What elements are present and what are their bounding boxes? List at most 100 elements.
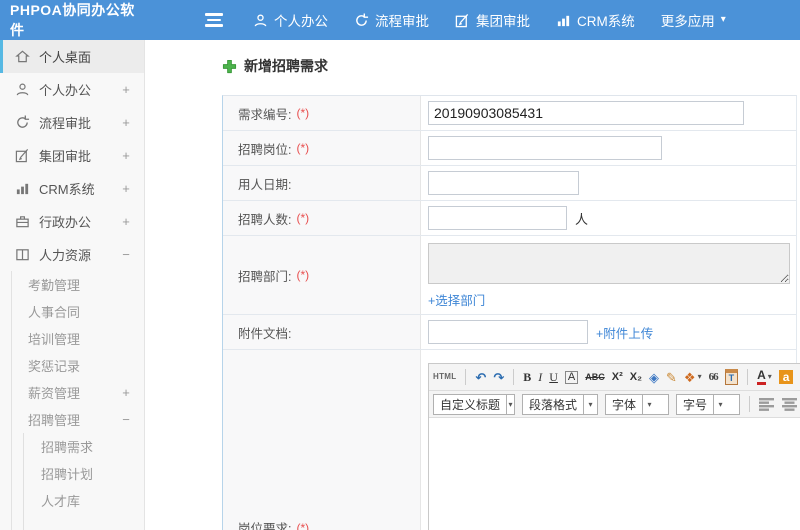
subscript-button[interactable]: X₂ (630, 371, 642, 383)
align-left-icon[interactable] (759, 397, 775, 411)
nav-group-approval[interactable]: 集团审批 (455, 10, 530, 30)
expand-plus-icon: + (122, 82, 130, 97)
sidebar-item-human-resources[interactable]: 人力资源 − (0, 238, 144, 271)
nav-label: 更多应用 (660, 14, 715, 29)
sidebar-item-personal-desktop[interactable]: 个人桌面 (0, 40, 144, 73)
sidebar-item-talent-pool[interactable]: 人才库 (24, 487, 144, 514)
strikethrough-button[interactable]: ABC (585, 372, 605, 382)
sidebar-item-hr-contract[interactable]: 人事合同 (12, 298, 144, 325)
field-cell: 人 (421, 201, 796, 235)
caret-down-icon: ▾ (642, 394, 656, 414)
font-size-select[interactable]: 字号 ▾ (676, 393, 740, 415)
sidebar-item-label: 培训管理 (28, 332, 81, 347)
brush-icon[interactable]: ✎ (666, 371, 677, 384)
select-label: 字体 (612, 397, 637, 412)
headcount-input[interactable] (428, 206, 567, 230)
format-painter-icon[interactable]: ❖ ▾ (684, 371, 702, 384)
sidebar-item-crm-system[interactable]: CRM系统 + (0, 172, 144, 205)
align-center-icon[interactable] (782, 397, 798, 411)
form-row: 需求编号: (*) (223, 96, 796, 131)
sidebar-item-label: 流程审批 (39, 116, 92, 131)
editor-toolbar-row1: HTML ↶ ↷ B I U A ABC X² X₂ ◈ ✎ ❖ ▾ 66 T … (429, 364, 800, 391)
bold-button[interactable]: B (523, 371, 531, 383)
blockquote-button[interactable]: 66 (709, 371, 719, 383)
nav-crm-system[interactable]: CRM系统 (556, 10, 635, 30)
page-title: 新增招聘需求 (222, 56, 800, 76)
department-textarea[interactable] (428, 243, 790, 284)
field-cell: HTML ↶ ↷ B I U A ABC X² X₂ ◈ ✎ ❖ ▾ 66 T … (421, 350, 800, 530)
custom-title-select[interactable]: 自定义标题 ▾ (433, 393, 515, 415)
add-plus-icon (222, 59, 237, 73)
attachment-input[interactable] (428, 320, 588, 344)
toolbar-separator (749, 396, 750, 412)
sidebar-item-recruit-plan[interactable]: 招聘计划 (24, 460, 144, 487)
caret-down-icon: ▾ (767, 372, 772, 381)
hire-date-input[interactable] (428, 171, 579, 195)
sidebar-item-training[interactable]: 培训管理 (12, 325, 144, 352)
sidebar-item-salary[interactable]: 薪资管理 + (12, 379, 144, 406)
redo-icon[interactable]: ↷ (493, 371, 504, 384)
required-mark: (*) (296, 520, 310, 530)
top-nav: 个人办公 流程审批 集团审批 CRM系统 更多应用 ▾ (253, 10, 752, 30)
hamburger-icon[interactable] (205, 13, 223, 27)
nav-label: 个人办公 (274, 14, 328, 29)
rich-text-editor: HTML ↶ ↷ B I U A ABC X² X₂ ◈ ✎ ❖ ▾ 66 T … (428, 363, 800, 530)
sidebar-item-admin-office[interactable]: 行政办公 + (0, 205, 144, 238)
label-text: 招聘岗位: (238, 142, 292, 157)
paste-icon[interactable]: T (724, 369, 739, 385)
hr-submenu: 考勤管理 人事合同 培训管理 奖惩记录 薪资管理 + 招聘管理 − 招聘需求 招… (11, 271, 144, 530)
job-position-input[interactable] (428, 136, 662, 160)
toolbar-separator (465, 369, 467, 385)
sidebar-item-personal-office[interactable]: 个人办公 + (0, 73, 144, 106)
toolbar-separator (513, 369, 515, 385)
sidebar-item-label: 个人桌面 (39, 50, 92, 65)
paragraph-format-select[interactable]: 段落格式 ▾ (522, 393, 598, 415)
nav-label: 集团审批 (476, 14, 530, 29)
select-label: 字号 (683, 397, 708, 412)
field-cell: +附件上传 (421, 315, 796, 349)
required-mark: (*) (296, 211, 310, 225)
recruit-demand-form: 需求编号: (*) 招聘岗位: (*) (222, 95, 800, 530)
sidebar-item-rewards[interactable]: 奖惩记录 (12, 352, 144, 379)
underline-button[interactable]: U (549, 371, 558, 383)
font-family-select[interactable]: 字体 ▾ (605, 393, 669, 415)
font-color-button[interactable]: A ▾ (757, 369, 772, 385)
field-label: 招聘岗位: (*) (223, 131, 421, 165)
page-title-text: 新增招聘需求 (244, 58, 328, 74)
sidebar-item-recruit-demand[interactable]: 招聘需求 (24, 433, 144, 460)
caret-down-icon: ▾ (720, 14, 726, 25)
label-text: 岗位要求: (238, 522, 292, 530)
superscript-button[interactable]: X² (612, 371, 623, 383)
sidebar-item-group-approval[interactable]: 集团审批 + (0, 139, 144, 172)
sidebar-item-attendance[interactable]: 考勤管理 (12, 271, 144, 298)
nav-personal-office[interactable]: 个人办公 (253, 10, 328, 30)
html-source-button[interactable]: HTML (433, 373, 456, 381)
collapse-minus-icon: − (122, 412, 130, 427)
background-color-button[interactable]: a (778, 370, 794, 384)
select-department-link[interactable]: +选择部门 (428, 290, 485, 309)
book-icon (16, 249, 29, 261)
undo-icon[interactable]: ↶ (475, 371, 486, 384)
field-cell: +选择部门 (421, 236, 796, 314)
eraser-icon[interactable]: ◈ (649, 371, 659, 384)
nav-more-apps[interactable]: 更多应用 ▾ (661, 10, 726, 30)
attachment-upload-link[interactable]: +附件上传 (596, 323, 653, 342)
demand-number-input[interactable] (428, 101, 744, 125)
sidebar-item-label: CRM系统 (39, 182, 95, 197)
approval-icon (15, 149, 29, 163)
sidebar-item-label: 行政办公 (39, 215, 92, 230)
editor-content-area[interactable] (429, 418, 800, 530)
sidebar-item-process-approval[interactable]: 流程审批 + (0, 106, 144, 139)
nav-process-approval[interactable]: 流程审批 (354, 10, 429, 30)
caret-down-icon: ▾ (697, 372, 702, 381)
caret-down-icon: ▾ (713, 394, 727, 414)
collapse-minus-icon: − (122, 247, 130, 262)
italic-button[interactable]: I (538, 371, 542, 383)
field-cell (421, 166, 796, 200)
font-border-button[interactable]: A (564, 370, 579, 384)
sidebar-item-label: 招聘需求 (41, 440, 94, 455)
sidebar-item-label: 个人办公 (39, 83, 92, 98)
top-header: PHPOA协同办公软件 个人办公 流程审批 集团审批 CRM系统 更多应用 ▾ (0, 0, 800, 40)
sidebar-item-label: 奖惩记录 (28, 359, 81, 374)
sidebar-item-recruitment[interactable]: 招聘管理 − (12, 406, 144, 433)
